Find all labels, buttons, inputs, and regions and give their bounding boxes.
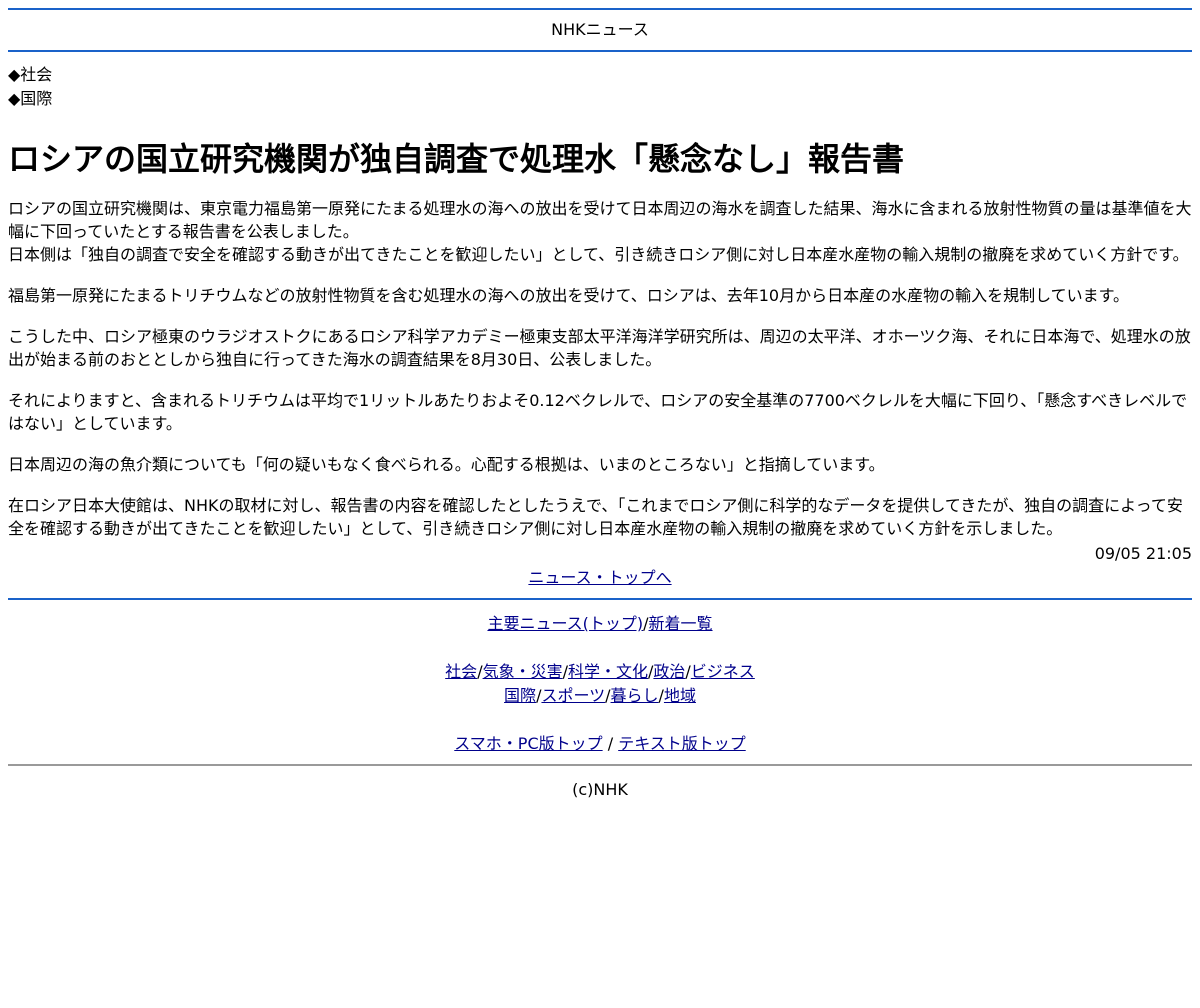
article-lead: ロシアの国立研究機関は、東京電力福島第一原発にたまる処理水の海への放出を受けて日… xyxy=(8,197,1192,266)
separator: / xyxy=(602,734,619,753)
footer-site-links: スマホ・PC版トップ / テキスト版トップ xyxy=(8,732,1192,756)
footer-link-sports[interactable]: スポーツ xyxy=(541,686,605,705)
footer-link-science-culture[interactable]: 科学・文化 xyxy=(568,662,648,681)
news-top-link[interactable]: ニュース・トップへ xyxy=(528,568,671,587)
article-paragraph-2: 福島第一原発にたまるトリチウムなどの放射性物質を含む処理水の海への放出を受けて、… xyxy=(8,286,1130,305)
header-bottom-rule xyxy=(8,50,1192,52)
footer-link-living[interactable]: 暮らし xyxy=(611,686,659,705)
article-paragraph-4: それによりますと、含まれるトリチウムは平均で1リットルあたりおよそ0.12ベクレ… xyxy=(8,391,1188,433)
footer-bottom-rule xyxy=(8,764,1192,766)
copyright: (c)NHK xyxy=(572,780,628,799)
footer-link-business[interactable]: ビジネス xyxy=(691,662,755,681)
back-to-news-top: ニュース・トップへ xyxy=(8,566,1192,590)
footer-nav: 主要ニュース(トップ)/新着一覧 社会/気象・災害/科学・文化/政治/ビジネス … xyxy=(8,600,1192,756)
main-news-link[interactable]: 主要ニュース(トップ) xyxy=(487,614,643,633)
article-paragraph-5: 日本周辺の海の魚介類についても「何の疑いもなく食べられる。心配する根拠は、いまの… xyxy=(8,455,885,474)
category-list: ◆社会 ◆国際 xyxy=(8,63,1192,111)
footer-main-links: 主要ニュース(トップ)/新着一覧 xyxy=(8,612,1192,636)
article-timestamp: 09/05 21:05 xyxy=(1094,544,1192,563)
article-paragraph-6: 在ロシア日本大使館は、NHKの取材に対し、報告書の内容を確認したとしたうえで、「… xyxy=(8,496,1183,538)
page: NHKニュース ◆社会 ◆国際 ロシアの国立研究機関が独自調査で処理水「懸念なし… xyxy=(0,8,1200,802)
footer-link-international[interactable]: 国際 xyxy=(504,686,536,705)
smartphone-pc-top-link[interactable]: スマホ・PC版トップ xyxy=(454,734,602,753)
footer-category-row-1: 社会/気象・災害/科学・文化/政治/ビジネス xyxy=(8,660,1192,684)
latest-news-link[interactable]: 新着一覧 xyxy=(649,614,713,633)
article-paragraph-3: こうした中、ロシア極東のウラジオストクにあるロシア科学アカデミー極東支部太平洋海… xyxy=(8,327,1191,369)
category-society: ◆社会 xyxy=(8,65,53,84)
footer-link-society[interactable]: 社会 xyxy=(445,662,477,681)
footer-link-politics[interactable]: 政治 xyxy=(653,662,685,681)
article-headline: ロシアの国立研究機関が独自調査で処理水「懸念なし」報告書 xyxy=(8,140,905,178)
text-version-top-link[interactable]: テキスト版トップ xyxy=(618,734,746,753)
lead-sentence-1: ロシアの国立研究機関は、東京電力福島第一原発にたまる処理水の海への放出を受けて日… xyxy=(8,199,1192,241)
article-body: ロシアの国立研究機関は、東京電力福島第一原発にたまる処理水の海への放出を受けて日… xyxy=(8,197,1192,540)
footer-category-row-2: 国際/スポーツ/暮らし/地域 xyxy=(8,684,1192,708)
lead-sentence-2: 日本側は「独自の調査で安全を確認する動きが出てきたことを歓迎したい」として、引き… xyxy=(8,245,1189,264)
footer-link-weather-disaster[interactable]: 気象・災害 xyxy=(483,662,563,681)
category-international: ◆国際 xyxy=(8,89,53,108)
footer-link-regional[interactable]: 地域 xyxy=(664,686,696,705)
site-title: NHKニュース xyxy=(551,20,649,39)
